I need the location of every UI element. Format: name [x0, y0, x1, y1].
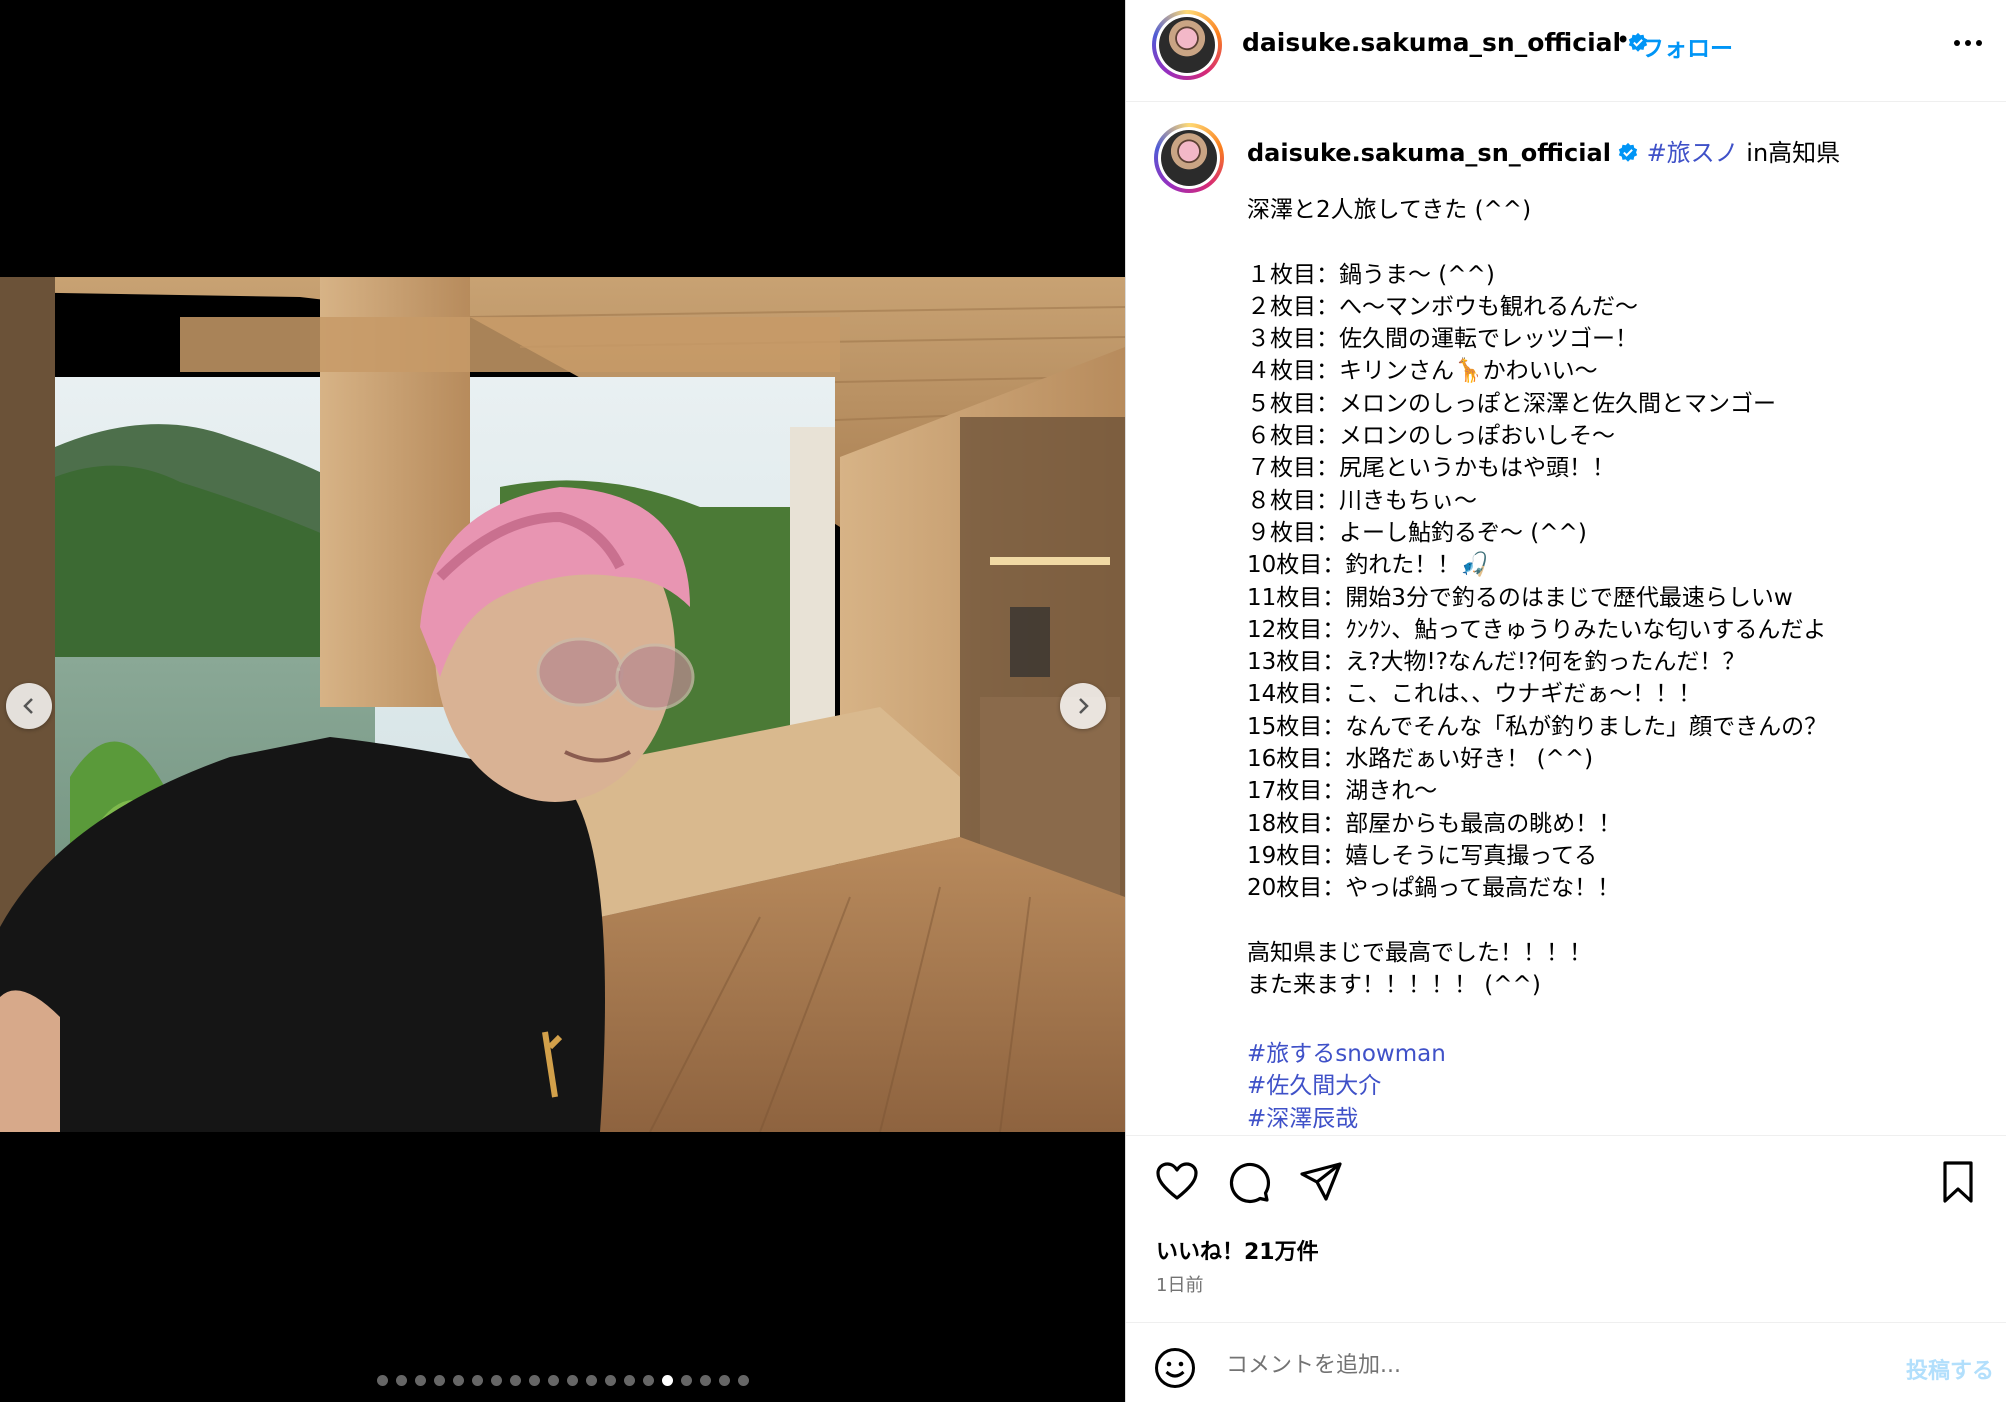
- carousel-dot: [623, 1375, 635, 1386]
- hashtag-link[interactable]: #佐久間大介: [1247, 1070, 1446, 1102]
- author-avatar[interactable]: [1152, 10, 1222, 80]
- carousel-dot: [566, 1375, 578, 1386]
- action-bar: [1126, 1135, 2006, 1230]
- caption-line: また来ます！！！！！ (^^): [1247, 972, 1541, 999]
- carousel-dot: [395, 1375, 407, 1386]
- post-photo: [0, 277, 1125, 1132]
- location-hashtag[interactable]: #旅スノ: [1647, 139, 1739, 167]
- carousel-dot: [528, 1375, 540, 1386]
- carousel-dot-active: [661, 1375, 673, 1386]
- location-text: in高知県: [1738, 139, 1841, 167]
- carousel-dot: [433, 1375, 445, 1386]
- caption-line: 17枚目：湖きれ〜: [1247, 778, 1438, 805]
- carousel-dot: [737, 1375, 749, 1386]
- carousel-dot: [509, 1375, 521, 1386]
- follow-button[interactable]: フォロー: [1641, 29, 1733, 63]
- caption-line: ２枚目：へ〜マンボウも観れるんだ〜: [1247, 293, 1638, 320]
- media-viewer: [0, 0, 1125, 1402]
- caption-line: ３枚目：佐久間の運転でレッツゴー！: [1247, 326, 1638, 353]
- caption-hashtags: #旅するsnowman #佐久間大介 #深澤辰哉: [1247, 1038, 1446, 1135]
- caption-line: ６枚目：メロンのしっぽおいしそ〜: [1247, 423, 1615, 450]
- chevron-right-icon: [1079, 698, 1089, 714]
- caption-line: ９枚目：よーし鮎釣るぞ〜 (^^): [1247, 519, 1587, 546]
- comment-bar: 投稿する: [1126, 1322, 2006, 1402]
- caption-line: 14枚目：こ、これは、、ウナギだぁ〜！！！: [1247, 681, 1702, 708]
- caption-line: [1247, 905, 1987, 937]
- caption-line: ５枚目：メロンのしっぽと深澤と佐久間とマンゴー: [1247, 390, 1776, 417]
- previous-photo-button[interactable]: [6, 683, 52, 729]
- comment-input[interactable]: [1226, 1343, 1826, 1387]
- comment-icon[interactable]: [1227, 1160, 1271, 1204]
- caption-line: １枚目：鍋うま〜 (^^): [1247, 261, 1495, 288]
- carousel-dot: [680, 1375, 692, 1386]
- carousel-dot: [376, 1375, 388, 1386]
- carousel-dot: [414, 1375, 426, 1386]
- caption-line: ８枚目：川きもちぃ〜: [1247, 487, 1477, 514]
- post-timestamp[interactable]: 1日前: [1156, 1271, 1203, 1297]
- caption-line: 深澤と2人旅してきた (^^): [1247, 197, 1532, 223]
- carousel-dot: [585, 1375, 597, 1386]
- smiley-icon[interactable]: [1154, 1347, 1196, 1389]
- caption-username[interactable]: daisuke.sakuma_sn_official: [1247, 139, 1611, 167]
- post-comment-button[interactable]: 投稿する: [1906, 1353, 1994, 1385]
- caption-line: 19枚目：嬉しそうに写真撮ってる: [1247, 842, 1598, 869]
- next-photo-button[interactable]: [1060, 683, 1106, 729]
- carousel-dot: [604, 1375, 616, 1386]
- caption-line: 18枚目：部屋からも最高の眺め！！: [1247, 810, 1622, 837]
- caption-line: ７枚目：尻尾というかもはや頭！！: [1247, 455, 1615, 482]
- carousel-dot: [718, 1375, 730, 1386]
- caption-line: [1247, 226, 1987, 258]
- caption-text: 深澤と2人旅してきた (^^) １枚目：鍋うま〜 (^^) ２枚目：へ〜マンボウも観…: [1247, 194, 1987, 1001]
- post-header: daisuke.sakuma_sn_official • フォロー: [1126, 0, 2006, 102]
- bookmark-icon[interactable]: [1936, 1160, 1980, 1204]
- carousel-dot: [699, 1375, 711, 1386]
- carousel-dot: [452, 1375, 464, 1386]
- caption-line: 高知県まじで最高でした！！！！: [1247, 939, 1592, 966]
- caption-author-avatar[interactable]: [1154, 123, 1224, 193]
- post-sidebar: daisuke.sakuma_sn_official • フォロー daisuk…: [1125, 0, 2006, 1402]
- caption-line: 12枚目：ｸﾝｸﾝ、鮎ってきゅうりみたいな匂いするんだよ: [1247, 616, 1827, 643]
- caption-header: daisuke.sakuma_sn_official #旅スノ in高知県: [1247, 133, 1840, 168]
- caption-line: 13枚目：え?大物!?なんだ!?何を釣ったんだ！？: [1247, 649, 1746, 676]
- more-options-icon[interactable]: [1954, 40, 1988, 50]
- like-count[interactable]: いいね！21万件: [1156, 1234, 1319, 1266]
- caption-line: 15枚目：なんでそんな「私が釣りました」顔できんの？: [1247, 713, 1828, 740]
- caption-line: 11枚目：開始3分で釣るのはまじで歴代最速らしいw: [1247, 584, 1793, 611]
- caption-line: 20枚目：やっぱ鍋って最高だな！！: [1247, 875, 1621, 902]
- chevron-left-icon: [23, 698, 33, 714]
- caption-line: 16枚目：水路だぁい好き！ (^^): [1247, 746, 1594, 773]
- author-username[interactable]: daisuke.sakuma_sn_official: [1242, 28, 1621, 57]
- header-separator: •: [1616, 26, 1631, 54]
- carousel-dot: [547, 1375, 559, 1386]
- caption-line: 10枚目：釣れた！！🎣: [1247, 552, 1489, 579]
- carousel-dot: [471, 1375, 483, 1386]
- hashtag-link[interactable]: #深澤辰哉: [1247, 1103, 1446, 1135]
- caption-line: ４枚目：キリンさん🦒かわいい〜: [1247, 358, 1598, 385]
- verified-badge-icon: [1618, 142, 1638, 162]
- carousel-dot: [490, 1375, 502, 1386]
- carousel-indicator: [0, 1375, 1125, 1386]
- caption-area: daisuke.sakuma_sn_official #旅スノ in高知県 深澤…: [1126, 103, 2006, 1135]
- heart-icon[interactable]: [1155, 1160, 1199, 1204]
- hashtag-link[interactable]: #旅するsnowman: [1247, 1038, 1446, 1070]
- paper-plane-icon[interactable]: [1299, 1160, 1343, 1204]
- carousel-dot: [642, 1375, 654, 1386]
